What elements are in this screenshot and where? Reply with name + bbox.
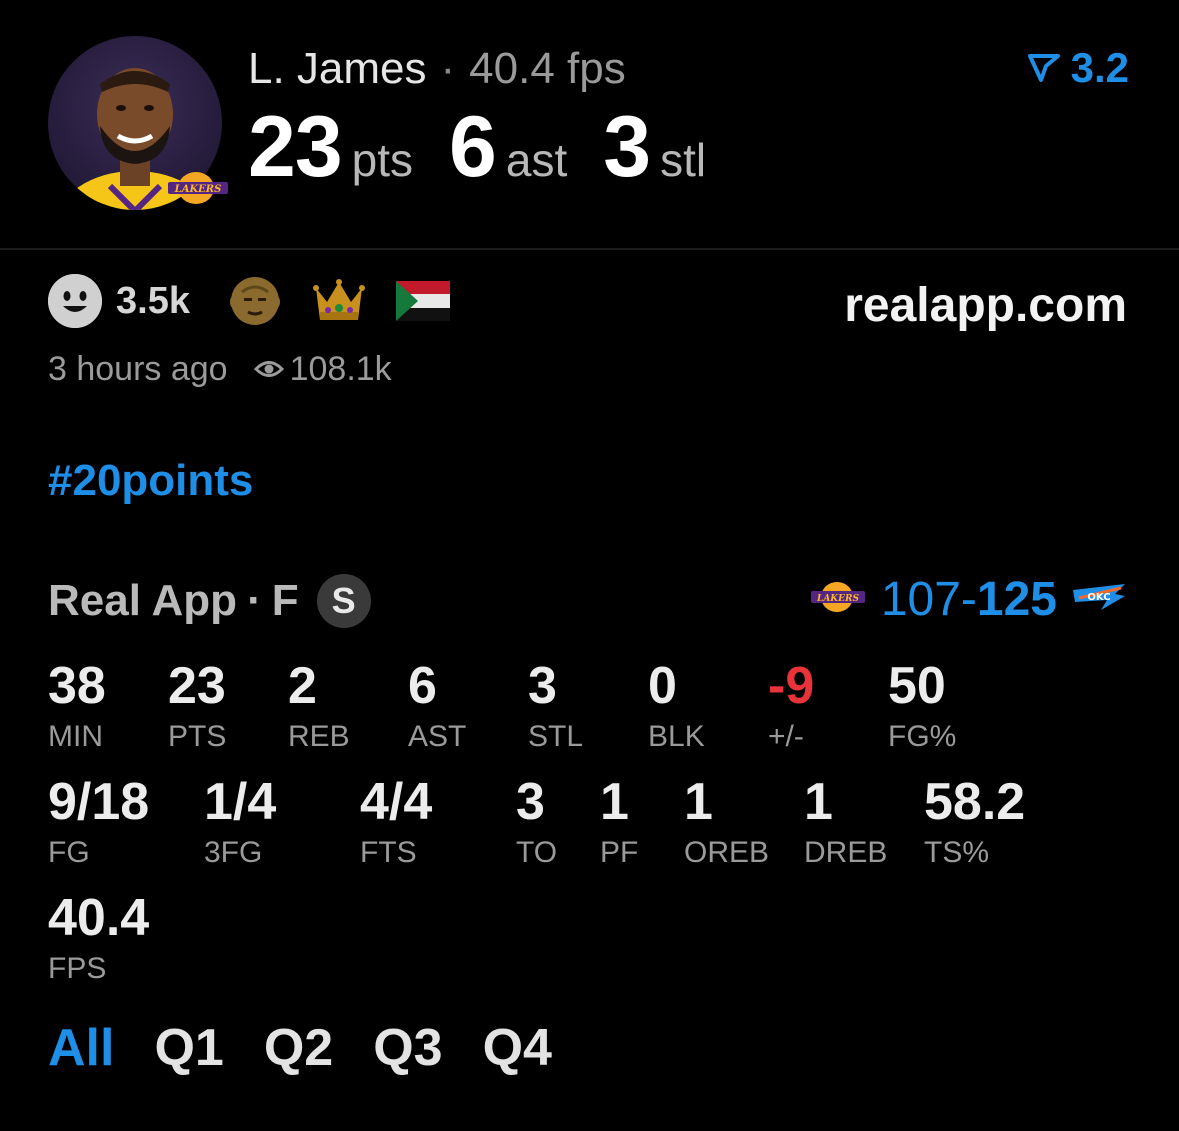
separator: · <box>247 576 262 625</box>
sudan-flag-emoji[interactable] <box>395 274 450 328</box>
tab-q4[interactable]: Q4 <box>483 1018 552 1078</box>
stat-stl-label: STL <box>528 720 584 753</box>
rating-value: 3.2 <box>1070 44 1129 91</box>
stat-min: 38 MIN <box>48 660 106 754</box>
game-score[interactable]: LAKERS 107-125 OKC <box>809 572 1127 627</box>
separator: · <box>440 44 456 93</box>
svg-text:LAKERS: LAKERS <box>174 184 222 195</box>
smiley-icon[interactable] <box>48 274 102 328</box>
stat-dreb: 1 DREB <box>804 776 887 870</box>
thunder-logo-icon: OKC <box>1071 580 1127 619</box>
score-away: 125 <box>976 573 1057 626</box>
stat-pts-value: 23 <box>168 657 226 715</box>
stat-ts-pct: 58.2 TS% <box>924 776 1025 870</box>
player-position: F <box>271 576 299 625</box>
score-home: 107- <box>880 573 977 626</box>
quarter-tabs: All Q1 Q2 Q3 Q4 <box>48 1018 592 1078</box>
svg-text:LAKERS: LAKERS <box>816 594 859 604</box>
reactions-bar[interactable]: 3.5k <box>48 274 480 328</box>
stat-fg: 9/18 FG <box>48 776 149 870</box>
stat-min-label: MIN <box>48 720 103 753</box>
stat-pts: 23 PTS <box>168 660 226 754</box>
stat-fg-pct-value: 50 <box>888 657 946 715</box>
stat-reb-value: 2 <box>288 657 317 715</box>
tab-all[interactable]: All <box>48 1018 114 1078</box>
stat-3fg-label: 3FG <box>204 836 263 869</box>
hashtag-link[interactable]: #20points <box>48 456 253 506</box>
headline-pts-unit: pts <box>351 134 414 186</box>
stat-fts-label: FTS <box>360 836 417 869</box>
stat-to-value: 3 <box>516 773 545 831</box>
starter-badge: S <box>316 574 371 628</box>
game-source-line: Real App · F S <box>48 574 371 628</box>
stat-ast-value: 6 <box>408 657 437 715</box>
headline-ast-unit: ast <box>505 134 568 186</box>
stat-reb: 2 REB <box>288 660 350 754</box>
eye-icon <box>253 350 284 389</box>
stat-blk: 0 BLK <box>648 660 705 754</box>
headline-pts-value: 23 <box>248 99 343 195</box>
stat-fts-value: 4/4 <box>360 773 433 831</box>
stat-pf-label: PF <box>600 836 639 869</box>
player-name[interactable]: L. James <box>248 44 427 93</box>
stat-to: 3 TO <box>516 776 557 870</box>
headline-ast-value: 6 <box>449 99 497 195</box>
filter-icon <box>1027 54 1060 82</box>
stat-fps-label: FPS <box>48 952 107 985</box>
stat-plus-minus-label: +/- <box>768 720 804 753</box>
stat-blk-value: 0 <box>648 657 677 715</box>
stat-fg-label: FG <box>48 836 90 869</box>
tab-q1[interactable]: Q1 <box>154 1018 223 1078</box>
headline-stl-unit: stl <box>660 134 707 186</box>
stat-pts-label: PTS <box>168 720 227 753</box>
rating-badge[interactable]: 3.2 <box>1027 44 1129 92</box>
old-man-emoji[interactable] <box>228 274 282 328</box>
stat-oreb: 1 OREB <box>684 776 769 870</box>
headline-stl-value: 3 <box>603 99 651 195</box>
stat-ts-pct-label: TS% <box>924 836 990 869</box>
stat-dreb-label: DREB <box>804 836 888 869</box>
source-name[interactable]: Real App <box>48 576 237 626</box>
stat-oreb-value: 1 <box>684 773 713 831</box>
stat-ast-label: AST <box>408 720 467 753</box>
stat-fts: 4/4 FTS <box>360 776 432 870</box>
crown-emoji[interactable] <box>312 274 366 328</box>
stat-pf-value: 1 <box>600 773 629 831</box>
stat-plus-minus: -9 +/- <box>768 660 814 754</box>
header-divider <box>0 248 1179 250</box>
site-link[interactable]: realapp.com <box>844 278 1127 333</box>
stat-3fg: 1/4 3FG <box>204 776 276 870</box>
stat-min-value: 38 <box>48 657 106 715</box>
player-fps: 40.4 fps <box>469 44 626 93</box>
post-meta: 3 hours ago 108.1k <box>48 350 392 389</box>
stat-stl: 3 STL <box>528 660 583 754</box>
player-line: L. James · 40.4 fps <box>248 44 626 94</box>
stat-blk-label: BLK <box>648 720 705 753</box>
stat-ast: 6 AST <box>408 660 466 754</box>
stat-fps: 40.4 FPS <box>48 892 149 986</box>
stat-plus-minus-value: -9 <box>768 657 815 715</box>
stat-to-label: TO <box>516 836 558 869</box>
post-time: 3 hours ago <box>48 350 228 388</box>
stat-stl-value: 3 <box>528 657 557 715</box>
stat-dreb-value: 1 <box>804 773 833 831</box>
stat-fps-value: 40.4 <box>48 889 150 947</box>
stat-fg-pct-label: FG% <box>888 720 957 753</box>
stat-ts-pct-value: 58.2 <box>924 773 1026 831</box>
headline-stats: 23 pts 6 ast 3 stl <box>248 98 742 197</box>
tab-q2[interactable]: Q2 <box>264 1018 333 1078</box>
stat-fg-pct: 50 FG% <box>888 660 956 754</box>
tab-q3[interactable]: Q3 <box>373 1018 442 1078</box>
stat-fg-value: 9/18 <box>48 773 150 831</box>
stat-pf: 1 PF <box>600 776 638 870</box>
svg-text:OKC: OKC <box>1087 592 1110 603</box>
stat-oreb-label: OREB <box>684 836 770 869</box>
reaction-count: 3.5k <box>116 279 190 322</box>
view-count: 108.1k <box>289 350 392 388</box>
stat-3fg-value: 1/4 <box>204 773 277 831</box>
stat-reb-label: REB <box>288 720 350 753</box>
lakers-logo-icon: LAKERS <box>809 580 867 619</box>
lakers-logo-icon: LAKERS <box>166 170 230 211</box>
